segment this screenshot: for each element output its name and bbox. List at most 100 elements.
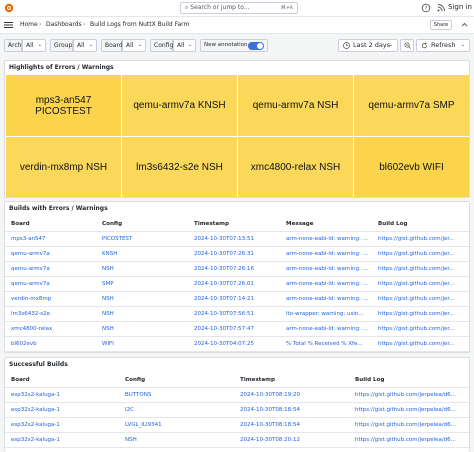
help-icon[interactable]: ?: [421, 3, 431, 13]
column-header-build-log[interactable]: Build Log: [349, 374, 471, 388]
variable-select-arch[interactable]: All ⌄: [22, 39, 46, 52]
cell-timestamp[interactable]: 2024-10-30T07:26:01: [188, 276, 280, 292]
cell-message[interactable]: arm-none-eabi-ld: warning: ...: [280, 291, 372, 307]
cell-board[interactable]: bl602evb: [5, 336, 96, 352]
variable-label-group: Group: [50, 39, 73, 52]
cell-config[interactable]: NSH: [96, 261, 188, 277]
search-input[interactable]: ⌕ Search or jump to... ⌘+k: [180, 2, 298, 14]
cell-board[interactable]: qemu-armv7a: [5, 276, 96, 292]
variable-select-board[interactable]: All ⌄: [122, 39, 146, 52]
panel-title: Builds with Errors / Warnings: [9, 205, 108, 212]
cell-config[interactable]: KNSH: [96, 246, 188, 262]
time-range-picker[interactable]: Last 2 days ⌄: [338, 39, 398, 52]
cell-config[interactable]: NSH: [96, 306, 188, 322]
cell-timestamp[interactable]: 2024-10-30T04:07:25: [188, 336, 280, 352]
table-row: esp32s2-kaluga-1 NSH 2024-10-30T08:20:12 ht…: [5, 432, 471, 448]
sign-in-link[interactable]: Sign in: [448, 3, 472, 11]
errors-table: Board Config Timestamp Message Build Log…: [5, 218, 471, 352]
cell-board[interactable]: esp32s2-kaluga-1: [5, 387, 119, 403]
cell-build-log[interactable]: https://gist.github.com/jer...: [372, 276, 471, 292]
cell-message[interactable]: arm-none-eabi-ld: warning: ...: [280, 321, 372, 337]
cell-timestamp[interactable]: 2024-10-30T07:57:47: [188, 321, 280, 337]
variable-label-config: Config: [150, 39, 173, 52]
cell-config[interactable]: NSH: [96, 291, 188, 307]
cell-board[interactable]: verdin-mx8mp: [5, 291, 96, 307]
successful-builds-panel: Successful Builds Board Config Timestamp…: [4, 357, 471, 452]
menu-icon[interactable]: [4, 20, 13, 30]
cell-build-log[interactable]: https://gist.github.com/jer...: [372, 306, 471, 322]
cell-build-log[interactable]: https://gist.github.com/jer...: [372, 321, 471, 337]
cell-timestamp[interactable]: 2024-10-30T08:18:54: [234, 402, 349, 418]
cell-timestamp[interactable]: 2024-10-30T07:26:31: [188, 246, 280, 262]
cell-message[interactable]: arm-none-eabi-ld: warning: ...: [280, 231, 372, 247]
cell-timestamp[interactable]: 2024-10-30T07:56:51: [188, 306, 280, 322]
cell-build-log[interactable]: https://gist.github.com/jerpelea/d6...: [349, 417, 471, 433]
cell-timestamp[interactable]: 2024-10-30T08:18:54: [234, 417, 349, 433]
cell-config[interactable]: I2C: [119, 402, 234, 418]
column-header-message[interactable]: Message: [280, 218, 372, 232]
stat-tile[interactable]: qemu-armv7a SMP: [354, 75, 469, 136]
cell-build-log[interactable]: https://gist.github.com/jer...: [372, 291, 471, 307]
cell-message[interactable]: arm-none-eabi-ld: warning: ...: [280, 246, 372, 262]
cell-board[interactable]: esp32s2-kaluga-1: [5, 432, 119, 448]
chevron-up-icon[interactable]: [460, 20, 469, 30]
cell-build-log[interactable]: https://gist.github.com/jer...: [372, 336, 471, 352]
stat-tile[interactable]: qemu-armv7a NSH: [238, 75, 353, 136]
breadcrumb-home[interactable]: Home: [20, 21, 38, 29]
search-placeholder: Search or jump to...: [190, 4, 250, 11]
cell-board[interactable]: qemu-armv7a: [5, 246, 96, 262]
cell-message[interactable]: lto-wrapper: warning: usin...: [280, 306, 372, 322]
stat-tile[interactable]: xmc4800-relax NSH: [238, 137, 353, 197]
column-header-timestamp[interactable]: Timestamp: [234, 374, 349, 388]
cell-config[interactable]: NSH: [119, 432, 234, 448]
grafana-logo-icon[interactable]: [4, 3, 14, 13]
cell-message[interactable]: % Total % Received % Xfe...: [280, 336, 372, 352]
cell-timestamp[interactable]: 2024-10-30T08:20:12: [234, 432, 349, 448]
cell-build-log[interactable]: https://gist.github.com/jerpelea/d6...: [349, 432, 471, 448]
cell-build-log[interactable]: https://gist.github.com/jerpelea/d6...: [349, 387, 471, 403]
cell-message[interactable]: arm-none-eabi-ld: warning: ...: [280, 261, 372, 277]
variable-select-config[interactable]: All ⌄: [173, 39, 196, 52]
cell-board[interactable]: xmc4800-relax: [5, 321, 96, 337]
annotation-toggle[interactable]: [248, 42, 264, 50]
stat-tile[interactable]: verdin-mx8mp NSH: [6, 137, 121, 197]
stat-tile[interactable]: lm3s6432-s2e NSH: [122, 137, 237, 197]
stat-tile[interactable]: mps3-an547 PICOSTEST: [6, 75, 121, 136]
breadcrumb-dashboards[interactable]: Dashboards: [46, 21, 82, 29]
cell-build-log[interactable]: https://gist.github.com/jer...: [372, 261, 471, 277]
cell-config[interactable]: LVGL_ILI9341: [119, 417, 234, 433]
column-header-timestamp[interactable]: Timestamp: [188, 218, 280, 232]
variable-select-group[interactable]: All ⌄: [73, 39, 97, 52]
cell-config[interactable]: BUTTONS: [119, 387, 234, 403]
cell-timestamp[interactable]: 2024-10-30T07:14:21: [188, 291, 280, 307]
column-header-board[interactable]: Board: [5, 374, 119, 388]
share-button[interactable]: Share: [430, 20, 452, 30]
column-header-config[interactable]: Config: [96, 218, 188, 232]
refresh-button[interactable]: Refresh ⌄: [416, 39, 470, 52]
column-header-config[interactable]: Config: [119, 374, 234, 388]
stat-tile[interactable]: qemu-armv7a KNSH: [122, 75, 237, 136]
cell-timestamp[interactable]: 2024-10-30T07:13:51: [188, 231, 280, 247]
cell-board[interactable]: qemu-armv7a: [5, 261, 96, 277]
cell-board[interactable]: lm3s6432-s2e: [5, 306, 96, 322]
panel-title: Successful Builds: [9, 361, 68, 368]
rss-icon[interactable]: [436, 3, 446, 13]
cell-build-log[interactable]: https://gist.github.com/jerpelea/d6...: [349, 402, 471, 418]
cell-board[interactable]: esp32s2-kaluga-1: [5, 402, 119, 418]
cell-message[interactable]: arm-none-eabi-ld: warning: ...: [280, 276, 372, 292]
column-header-board[interactable]: Board: [5, 218, 96, 232]
cell-config[interactable]: SMP: [96, 276, 188, 292]
zoom-out-button[interactable]: [400, 39, 414, 52]
cell-board[interactable]: esp32s2-kaluga-1: [5, 417, 119, 433]
cell-config[interactable]: PICOSTEST: [96, 231, 188, 247]
cell-build-log[interactable]: https://gist.github.com/jer...: [372, 246, 471, 262]
cell-config[interactable]: WIFI: [96, 336, 188, 352]
table-row: bl602evb WIFI 2024-10-30T04:07:25% Total %…: [5, 336, 471, 352]
cell-timestamp[interactable]: 2024-10-30T08:19:20: [234, 387, 349, 403]
cell-timestamp[interactable]: 2024-10-30T07:26:16: [188, 261, 280, 277]
cell-board[interactable]: mps3-an547: [5, 231, 96, 247]
cell-build-log[interactable]: https://gist.github.com/jer...: [372, 231, 471, 247]
column-header-build-log[interactable]: Build Log: [372, 218, 471, 232]
cell-config[interactable]: NSH: [96, 321, 188, 337]
stat-tile[interactable]: bl602evb WIFI: [354, 137, 469, 197]
